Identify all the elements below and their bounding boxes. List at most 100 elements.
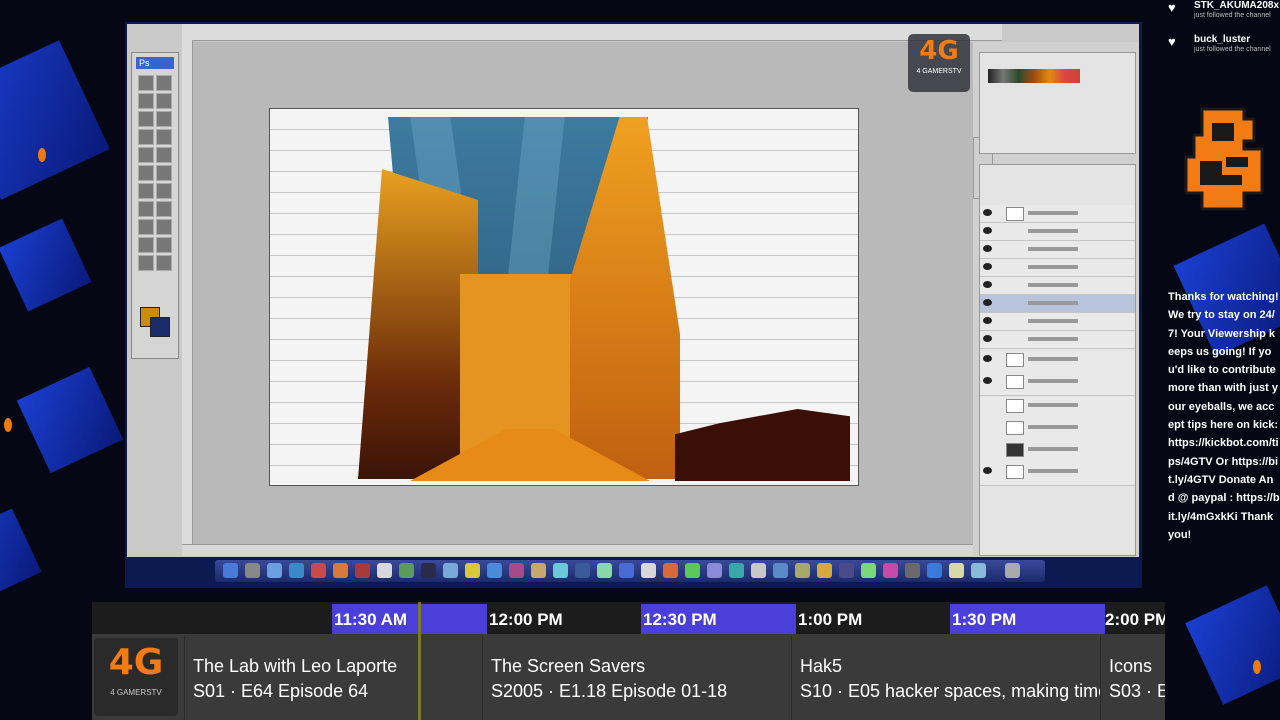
movie-icon (355, 563, 370, 578)
hand-tool-icon (138, 255, 154, 271)
eye-icon (983, 299, 992, 306)
zoom-tool-icon (156, 255, 172, 271)
app-icon (597, 563, 612, 578)
layer-row (980, 351, 1135, 374)
app-icon (905, 563, 920, 578)
app-icon (883, 563, 898, 578)
layer-name-bar (1028, 379, 1078, 383)
photos-icon (333, 563, 348, 578)
layer-thumbnail (1006, 353, 1024, 367)
layer-row (980, 419, 1135, 442)
tools-palette: Ps (131, 52, 179, 359)
layer-thumbnail (1006, 375, 1024, 389)
lasso-tool-icon (138, 93, 154, 109)
trash-icon (1005, 563, 1020, 578)
time-label: 11:30 AM (334, 610, 408, 629)
layer-row (980, 463, 1135, 486)
guide-timeline: 11:30 AM 12:00 PM 12:30 PM 1:00 PM 1:30 … (92, 602, 1165, 634)
layer-name-bar (1028, 337, 1078, 341)
app-icon (421, 563, 436, 578)
app-icon (839, 563, 854, 578)
layer-name-bar (1028, 283, 1078, 287)
layer-row (980, 313, 1135, 331)
program-guide: 11:30 AM 12:00 PM 12:30 PM 1:00 PM 1:30 … (92, 602, 1165, 720)
brush-tool-icon (138, 129, 154, 145)
layer-row (980, 277, 1135, 295)
document-artwork (269, 108, 859, 486)
layer-name-bar (1028, 357, 1078, 361)
program-item[interactable]: The Lab with Leo Laporte S01 · E64 Episo… (184, 636, 483, 720)
follower-name: STK_AKUMA208x (1194, 0, 1280, 11)
app-icon (861, 563, 876, 578)
program-item[interactable]: The Screen Savers S2005 · E1.18 Episode … (482, 636, 792, 720)
layer-name-bar (1028, 469, 1078, 473)
app-icon (575, 563, 590, 578)
program-episode: S2005 · E1.18 Episode 01-18 (491, 681, 728, 701)
layer-name-bar (1028, 425, 1078, 429)
watermark-tagline: 4 GAMERSTV (916, 68, 962, 75)
heart-icon: ♥ (1168, 34, 1176, 49)
app-icon (817, 563, 832, 578)
program-episode: S01 · E64 Episode 64 (193, 681, 369, 701)
follow-alert: ♥ STK_AKUMA208x just followed the channe… (1168, 0, 1280, 28)
background-color-swatch (150, 317, 170, 337)
time-label: 2:00 PM (1105, 610, 1165, 629)
guide-logo-tagline: 4 GAMERSTV (110, 688, 162, 697)
layer-row-selected (980, 295, 1135, 313)
program-episode: S10 · E05 hacker spaces, making time a (800, 681, 1101, 701)
app-icon (443, 563, 458, 578)
app-icon (399, 563, 414, 578)
program-title: The Lab with Leo Laporte (193, 656, 398, 676)
layer-name-bar (1028, 319, 1078, 323)
blur-tool-icon (138, 183, 154, 199)
dodge-tool-icon (156, 183, 172, 199)
chat-sidebar: ♥ STK_AKUMA208x just followed the channe… (1160, 0, 1280, 720)
time-label: 1:30 PM (952, 610, 1017, 629)
current-time-marker (418, 602, 421, 720)
layer-row (980, 205, 1135, 223)
photoshop-badge: Ps (136, 57, 174, 69)
move-tool-icon (156, 75, 172, 91)
safari-icon (289, 563, 304, 578)
eye-icon (983, 281, 992, 288)
eraser-tool-icon (138, 165, 154, 181)
layer-name-bar (1028, 301, 1078, 305)
eye-icon (983, 245, 992, 252)
calendar-icon (377, 563, 392, 578)
layers-panel (979, 164, 1136, 556)
app-icon (751, 563, 766, 578)
program-episode: S03 · E1 (1109, 681, 1165, 701)
ruler-left (182, 40, 193, 555)
program-item[interactable]: Icons S03 · E1 (1100, 636, 1165, 720)
app-icon (619, 563, 634, 578)
follow-message: just followed the channel (1194, 46, 1271, 53)
layer-name-bar (1028, 447, 1078, 451)
clock-icon (245, 563, 260, 578)
layer-row (980, 259, 1135, 277)
crop-tool-icon (138, 111, 154, 127)
app-icon (553, 563, 568, 578)
app-icon (509, 563, 524, 578)
layer-row (980, 373, 1135, 396)
program-title: Hak5 (800, 656, 843, 676)
program-item[interactable]: Hak5 S10 · E05 hacker spaces, making tim… (791, 636, 1101, 720)
pen-tool-icon (138, 219, 154, 235)
pencil-tool-icon (156, 129, 172, 145)
shape-tool-icon (156, 219, 172, 235)
slice-tool-icon (156, 111, 172, 127)
path-tool-icon (138, 201, 154, 217)
program-title: Icons (1109, 656, 1153, 676)
layer-name-bar (1028, 247, 1078, 251)
eye-icon (983, 227, 992, 234)
eye-icon (983, 467, 992, 474)
eye-icon (983, 209, 992, 216)
layer-row (980, 241, 1135, 259)
marquee-tool-icon (138, 75, 154, 91)
guide-channel-logo: 4G 4 GAMERSTV (94, 638, 178, 716)
video-player[interactable]: Ps 4G 4 GAMERSTV (125, 22, 1142, 588)
stamp-tool-icon (138, 147, 154, 163)
eye-icon (983, 317, 992, 324)
time-label: 12:30 PM (643, 610, 717, 629)
wand-tool-icon (156, 93, 172, 109)
eyedropper-tool-icon (156, 237, 172, 253)
